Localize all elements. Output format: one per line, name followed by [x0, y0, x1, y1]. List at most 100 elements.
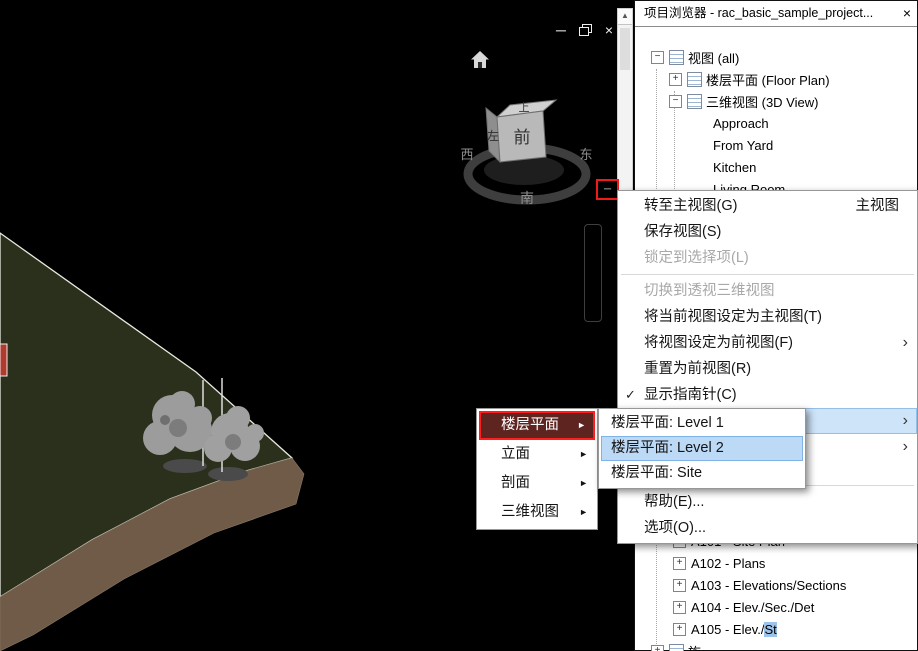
- menu-item-label: 三维视图: [501, 504, 559, 520]
- orient-to-view-submenu: 楼层平面 ► 立面 ► 剖面 ► 三维视图 ►: [476, 408, 598, 530]
- viewcube-context-menu: 转至主视图(G) 主视图 保存视图(S) 锁定到选择项(L) 切换到透视三维视图…: [617, 190, 918, 544]
- menu-item-shortcut: 主视图: [856, 193, 900, 219]
- menu-item-label: 楼层平面: [501, 417, 559, 433]
- viewcube-home-icon[interactable]: [470, 50, 490, 70]
- tree-item-label: A102 - Plans: [691, 556, 765, 571]
- tree-item-label: A103 - Elevations/Sections: [691, 578, 846, 593]
- families-icon: [669, 644, 684, 651]
- submenu-arrow-icon: ›: [903, 434, 908, 460]
- expand-icon[interactable]: +: [673, 601, 686, 614]
- viewport-minimize-button[interactable]: ─: [554, 21, 568, 39]
- viewport-scrollbar[interactable]: ▲: [617, 8, 633, 191]
- tree-item-3d-views[interactable]: − 三维视图 (3D View): [635, 90, 917, 112]
- compass-east-label[interactable]: 东: [579, 147, 592, 162]
- levels-item-site[interactable]: 楼层平面: Site: [601, 461, 803, 486]
- levels-item-level2[interactable]: 楼层平面: Level 2: [601, 436, 803, 461]
- menu-item-label: 锁定到选择项(L): [644, 250, 749, 266]
- menu-item-set-current-as-home[interactable]: 将当前视图设定为主视图(T): [618, 304, 917, 330]
- menu-item-reset-front[interactable]: 重置为前视图(R): [618, 356, 917, 382]
- menu-item-label: 楼层平面: Level 1: [611, 415, 724, 431]
- expand-icon[interactable]: +: [673, 579, 686, 592]
- menu-item-help[interactable]: 帮助(E)...: [618, 489, 917, 515]
- tree-item-label: A104 - Elev./Sec./Det: [691, 600, 814, 615]
- submenu-triangle-icon: ►: [579, 469, 588, 498]
- scroll-up-button[interactable]: ▲: [618, 9, 632, 25]
- tree-item-a102[interactable]: + A102 - Plans: [635, 552, 917, 574]
- menu-item-toggle-perspective: 切换到透视三维视图: [618, 278, 917, 304]
- menu-item-label: 显示指南针(C): [644, 387, 737, 403]
- tree-item-label: From Yard: [713, 138, 773, 153]
- house-door: [478, 62, 482, 68]
- compass-south-label[interactable]: 南: [520, 190, 534, 206]
- tree-shadow: [208, 467, 248, 481]
- expand-icon[interactable]: +: [673, 623, 686, 636]
- tree-item-a105[interactable]: + A105 - Elev./ St: [635, 618, 917, 640]
- browser-tree-bottom: + A101 - Site Plan + A102 - Plans + A103…: [635, 530, 917, 651]
- floor-plan-icon: [687, 72, 702, 87]
- click-annotation-box: ─: [596, 179, 619, 200]
- viewport-window-controls: ─ ×: [554, 20, 616, 40]
- rename-selection: St: [764, 622, 776, 637]
- tree-item-label: 三维视图 (3D View): [706, 92, 818, 111]
- tree-item-a104[interactable]: + A104 - Elev./Sec./Det: [635, 596, 917, 618]
- orient-item-floor-plans[interactable]: 楼层平面 ►: [479, 411, 595, 440]
- project-browser-title: 项目浏览器 - rac_basic_sample_project...: [644, 6, 873, 20]
- menu-item-options[interactable]: 选项(O)...: [618, 515, 917, 541]
- menu-item-lock-to-selection: 锁定到选择项(L): [618, 245, 917, 271]
- browser-tree-top: − 视图 (all) + 楼层平面 (Floor Plan) − 三维视图 (3…: [635, 46, 917, 200]
- tree-item-label: 视图 (all): [688, 48, 739, 67]
- submenu-arrow-icon: ›: [903, 408, 908, 434]
- menu-item-label: 转至主视图(G): [644, 198, 737, 214]
- expand-icon[interactable]: +: [669, 73, 682, 86]
- tree-item-approach[interactable]: Approach: [635, 112, 917, 134]
- levels-item-level1[interactable]: 楼层平面: Level 1: [601, 411, 803, 436]
- 3d-viewport[interactable]: 上 左 前 西 东 南 ─ × ─: [0, 0, 634, 651]
- compass-west-label[interactable]: 西: [460, 147, 473, 162]
- orient-item-sections[interactable]: 剖面 ►: [479, 469, 595, 498]
- menu-item-go-to-home-view[interactable]: 转至主视图(G) 主视图: [618, 193, 917, 219]
- tree-item-a103[interactable]: + A103 - Elevations/Sections: [635, 574, 917, 596]
- tree-item-kitchen[interactable]: Kitchen: [635, 156, 917, 178]
- navigation-bar-edge[interactable]: [584, 224, 602, 322]
- scrollbar-thumb[interactable]: [620, 28, 630, 70]
- menu-item-label: 将视图设定为前视图(F): [644, 335, 793, 351]
- submenu-arrow-icon: ›: [903, 330, 908, 356]
- viewport-close-button[interactable]: ×: [602, 21, 616, 39]
- viewcube-top-label: 上: [519, 101, 530, 114]
- restore-icon: [579, 24, 592, 36]
- viewcube-front-label: 前: [514, 128, 531, 147]
- menu-item-label: 切换到透视三维视图: [644, 283, 775, 299]
- tree-item-views-root[interactable]: − 视图 (all): [635, 46, 917, 68]
- viewport-restore-button[interactable]: [578, 21, 592, 39]
- tree-item-from-yard[interactable]: From Yard: [635, 134, 917, 156]
- expand-icon[interactable]: +: [651, 645, 664, 651]
- tree-item-floor-plans[interactable]: + 楼层平面 (Floor Plan): [635, 68, 917, 90]
- orient-item-elevations[interactable]: 立面 ►: [479, 440, 595, 469]
- menu-item-label: 重置为前视图(R): [644, 361, 751, 377]
- project-browser-titlebar[interactable]: 项目浏览器 - rac_basic_sample_project... ×: [635, 1, 917, 27]
- viewcube-left-label: 左: [487, 128, 499, 143]
- menu-item-label: 楼层平面: Site: [611, 465, 702, 481]
- menu-item-set-view-as-front[interactable]: 将视图设定为前视图(F) ›: [618, 330, 917, 356]
- orient-item-3d-views[interactable]: 三维视图 ►: [479, 498, 595, 527]
- menu-item-save-view[interactable]: 保存视图(S): [618, 219, 917, 245]
- project-browser-close-button[interactable]: ×: [903, 1, 911, 26]
- tree-item-label: 楼层平面 (Floor Plan): [706, 70, 830, 89]
- submenu-triangle-icon: ►: [579, 440, 588, 469]
- expand-icon[interactable]: +: [673, 557, 686, 570]
- revit-window: 上 左 前 西 东 南 ─ × ─: [0, 0, 918, 651]
- tree-shadow: [163, 459, 207, 473]
- menu-item-show-compass[interactable]: ✓ 显示指南针(C): [618, 382, 917, 408]
- submenu-triangle-icon: ►: [577, 413, 586, 438]
- floor-plan-levels-submenu: 楼层平面: Level 1 楼层平面: Level 2 楼层平面: Site: [598, 408, 806, 489]
- menu-item-label: 剖面: [501, 475, 530, 491]
- collapse-icon[interactable]: −: [651, 51, 664, 64]
- menu-item-label: 楼层平面: Level 2: [611, 440, 724, 456]
- menu-item-label: 立面: [501, 446, 530, 462]
- annotation-dash: ─: [604, 184, 611, 195]
- site-3d-scene: 上 左 前 西 东 南: [0, 0, 634, 651]
- menu-item-label: 将当前视图设定为主视图(T): [644, 309, 822, 325]
- collapse-icon[interactable]: −: [669, 95, 682, 108]
- menu-item-label: 帮助(E)...: [644, 494, 704, 510]
- tree-item-families[interactable]: + 族: [635, 640, 917, 651]
